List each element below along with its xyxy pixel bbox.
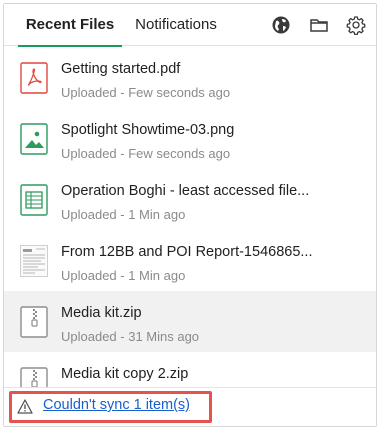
recent-files-panel: Recent Files Notifications Getting start… bbox=[3, 3, 377, 427]
pdf-icon bbox=[20, 62, 48, 94]
file-status: Uploaded - 1 Min ago bbox=[61, 207, 186, 222]
file-row-media-kit-copy-2[interactable]: Media kit copy 2.zip bbox=[4, 352, 376, 387]
spreadsheet-icon bbox=[20, 184, 48, 216]
file-status: Uploaded - Few seconds ago bbox=[61, 146, 231, 161]
globe-icon[interactable] bbox=[271, 15, 291, 35]
file-row-12bb-report[interactable]: From 12BB and POI Report-1546865... Uplo… bbox=[4, 230, 376, 291]
file-name: From 12BB and POI Report-1546865... bbox=[61, 244, 313, 260]
warning-icon bbox=[17, 399, 33, 414]
zip-icon bbox=[20, 367, 48, 387]
recent-files-list: Getting started.pdf Uploaded - Few secon… bbox=[4, 47, 376, 387]
file-row-spotlight-showtime[interactable]: Spotlight Showtime-03.png Uploaded - Few… bbox=[4, 108, 376, 169]
document-thumbnail-icon bbox=[20, 245, 48, 277]
folder-icon[interactable] bbox=[309, 15, 329, 35]
file-status: Uploaded - 1 Min ago bbox=[61, 268, 186, 283]
file-row-operation-boghi[interactable]: Operation Boghi - least accessed file...… bbox=[4, 169, 376, 230]
panel-header: Recent Files Notifications bbox=[4, 4, 376, 47]
file-name: Spotlight Showtime-03.png bbox=[61, 122, 235, 138]
sync-error-link[interactable]: Couldn't sync 1 item(s) bbox=[43, 397, 190, 413]
file-status: Uploaded - Few seconds ago bbox=[61, 85, 231, 100]
tab-notifications[interactable]: Notifications bbox=[134, 4, 218, 46]
file-status: Uploaded - 31 Mins ago bbox=[61, 329, 200, 344]
file-row-media-kit[interactable]: Media kit.zip Uploaded - 31 Mins ago bbox=[4, 291, 376, 352]
tab-recent-files[interactable]: Recent Files bbox=[18, 4, 122, 47]
file-name: Media kit.zip bbox=[61, 305, 142, 321]
file-name: Getting started.pdf bbox=[61, 61, 181, 77]
sync-status-bar: Couldn't sync 1 item(s) bbox=[4, 387, 376, 426]
file-name: Media kit copy 2.zip bbox=[61, 366, 189, 382]
file-name: Operation Boghi - least accessed file... bbox=[61, 183, 310, 199]
file-row-getting-started[interactable]: Getting started.pdf Uploaded - Few secon… bbox=[4, 47, 376, 108]
image-icon bbox=[20, 123, 48, 155]
gear-icon[interactable] bbox=[346, 15, 366, 35]
zip-icon bbox=[20, 306, 48, 338]
